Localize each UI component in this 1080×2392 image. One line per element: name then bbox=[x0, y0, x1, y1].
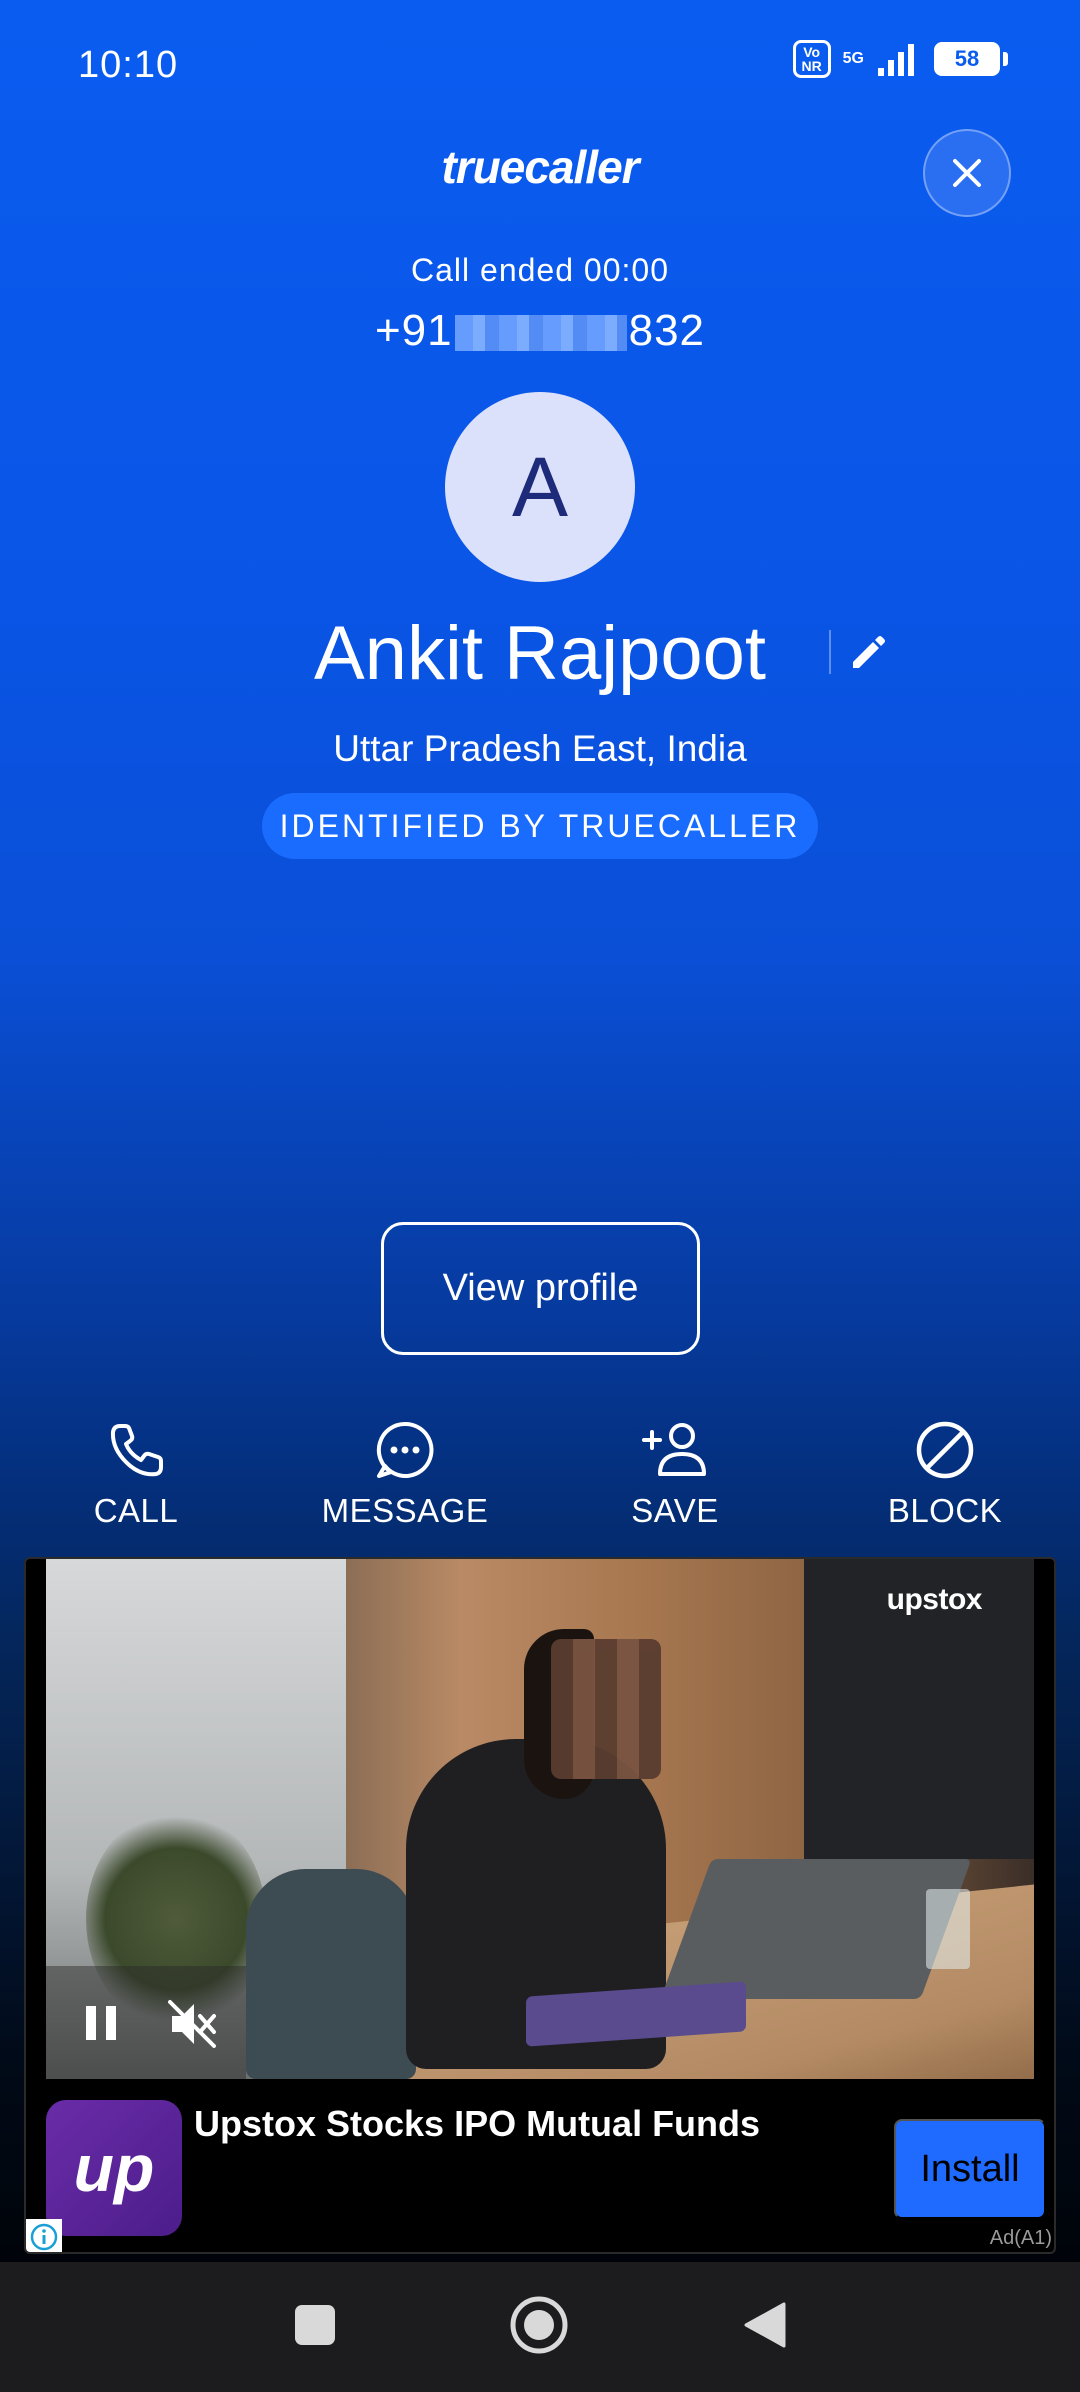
call-status: Call ended 00:00 bbox=[411, 252, 669, 288]
ad-label: Ad(A1) bbox=[989, 2227, 1052, 2249]
block-label: BLOCK bbox=[887, 1492, 1003, 1529]
video-brand-logo: upstox bbox=[886, 1583, 983, 1616]
status-icons: Vo NR 5G 58 bbox=[792, 40, 1008, 78]
block-action[interactable]: BLOCK bbox=[845, 1418, 1045, 1530]
caller-location: Uttar Pradesh East, India bbox=[333, 728, 747, 769]
message-action[interactable]: MESSAGE bbox=[305, 1418, 505, 1530]
signal-icon bbox=[878, 44, 914, 76]
call-action[interactable]: CALL bbox=[36, 1418, 236, 1530]
close-button[interactable] bbox=[923, 129, 1011, 217]
home-icon[interactable] bbox=[508, 2294, 570, 2356]
view-profile-button[interactable]: View profile bbox=[381, 1222, 700, 1355]
block-icon bbox=[916, 1421, 974, 1479]
close-icon bbox=[953, 159, 981, 187]
ad-title[interactable]: Upstox Stocks IPO Mutual Funds bbox=[194, 2103, 760, 2145]
caller-name: Ankit Rajpoot bbox=[313, 611, 767, 696]
battery-indicator: 58 bbox=[934, 42, 1008, 76]
mute-icon[interactable] bbox=[164, 1996, 220, 2052]
pause-icon[interactable] bbox=[76, 1998, 126, 2048]
add-person-icon bbox=[642, 1423, 706, 1476]
edit-icon[interactable] bbox=[845, 628, 893, 676]
video-controls bbox=[46, 1966, 246, 2079]
message-label: MESSAGE bbox=[321, 1492, 489, 1529]
laptop-image bbox=[660, 1859, 972, 1999]
ad-container[interactable]: upstox up Upstox Stocks IPO Mutual Funds… bbox=[24, 1557, 1056, 2254]
info-icon bbox=[30, 2223, 58, 2251]
volte-icon: Vo NR bbox=[792, 40, 831, 78]
call-label: CALL bbox=[93, 1492, 179, 1529]
blurred-face bbox=[551, 1639, 661, 1779]
redacted-digits bbox=[454, 315, 627, 352]
network-type: 5G bbox=[842, 50, 864, 67]
system-navbar bbox=[0, 2262, 1080, 2392]
ad-info-icon[interactable] bbox=[26, 2219, 62, 2252]
save-label: SAVE bbox=[631, 1492, 719, 1529]
phone-icon bbox=[110, 1424, 163, 1477]
install-button[interactable]: Install bbox=[894, 2119, 1046, 2219]
upstox-app-icon[interactable]: up bbox=[46, 2100, 182, 2236]
phone-prefix: +91 bbox=[374, 306, 453, 355]
phone-number: +91 832 bbox=[0, 306, 1080, 356]
save-action[interactable]: SAVE bbox=[575, 1418, 775, 1530]
message-icon bbox=[376, 1421, 434, 1478]
ad-video[interactable]: upstox bbox=[46, 1559, 1034, 2079]
divider bbox=[829, 630, 831, 674]
action-row: CALL MESSAGE SAVE BLOCK bbox=[0, 1418, 1080, 1530]
truecaller-logo: truecaller bbox=[441, 141, 639, 193]
back-icon[interactable] bbox=[740, 2300, 790, 2350]
avatar: A bbox=[445, 392, 635, 582]
identified-badge: IDENTIFIED BY TRUECALLER bbox=[262, 793, 818, 859]
status-time: 10:10 bbox=[78, 44, 179, 86]
status-bar: 10:10 Vo NR 5G 58 bbox=[0, 0, 1080, 130]
recents-icon[interactable] bbox=[290, 2300, 340, 2350]
phone-suffix: 832 bbox=[628, 306, 706, 355]
